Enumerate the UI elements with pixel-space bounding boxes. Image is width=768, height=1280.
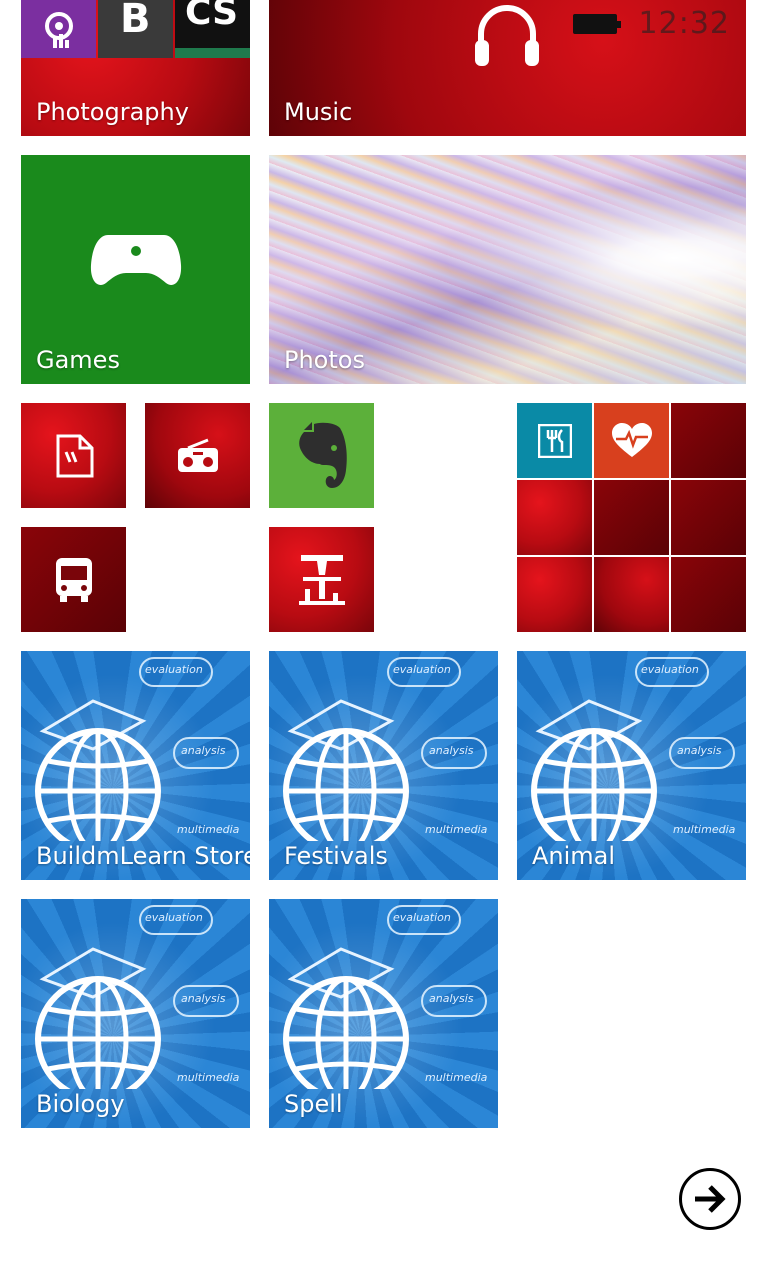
mini-tile-podcast xyxy=(21,0,96,58)
tile-label-games: Games xyxy=(36,346,120,374)
globe-icon xyxy=(35,699,161,841)
globe-icon xyxy=(35,947,161,1089)
tile-buildmlearn-store[interactable]: evaluation analysis multimedia BuildmLea… xyxy=(21,651,250,880)
mini-tile-group-7[interactable] xyxy=(517,557,592,632)
tile-spell[interactable]: evaluation analysis multimedia Spell xyxy=(269,899,498,1128)
tile-label-festivals: Festivals xyxy=(284,842,388,870)
tile-games[interactable]: Games xyxy=(21,155,250,384)
tile-tools[interactable] xyxy=(269,527,374,632)
mini-tile-group-8[interactable] xyxy=(594,557,669,632)
tile-label-spell: Spell xyxy=(284,1090,343,1118)
word-analysis: analysis xyxy=(677,744,722,757)
bus-icon xyxy=(55,557,92,602)
podcast-icon xyxy=(45,12,73,48)
tile-label-music: Music xyxy=(284,98,353,126)
globe-icon xyxy=(283,699,409,841)
word-multimedia: multimedia xyxy=(425,823,488,836)
tile-photos[interactable]: Photos xyxy=(269,155,746,384)
document-icon xyxy=(56,434,93,477)
b-letter: B xyxy=(120,0,151,42)
arrow-right-icon xyxy=(695,1185,726,1213)
word-analysis: analysis xyxy=(181,992,226,1005)
evernote-elephant-icon xyxy=(298,421,347,488)
cs-text: CS xyxy=(185,0,239,33)
mini-tile-group-4[interactable] xyxy=(517,480,592,555)
word-multimedia: multimedia xyxy=(673,823,736,836)
word-analysis: analysis xyxy=(429,744,474,757)
headphones-icon xyxy=(475,5,539,66)
status-bar: 12:32 xyxy=(572,6,730,41)
clock: 12:32 xyxy=(638,6,730,41)
tile-office-doc[interactable] xyxy=(21,403,126,508)
battery-icon xyxy=(572,13,621,34)
mini-tile-health[interactable] xyxy=(594,403,669,478)
word-multimedia: multimedia xyxy=(177,823,240,836)
tile-festivals[interactable]: evaluation analysis multimedia Festivals xyxy=(269,651,498,880)
word-analysis: analysis xyxy=(429,992,474,1005)
tile-biology[interactable]: evaluation analysis multimedia Biology xyxy=(21,899,250,1128)
all-apps-button[interactable] xyxy=(679,1168,741,1230)
mini-tile-cs: CS xyxy=(175,0,250,58)
tile-label-photos: Photos xyxy=(284,346,365,374)
globe-icon xyxy=(283,947,409,1089)
tile-radio[interactable] xyxy=(145,403,250,508)
game-controller-icon xyxy=(90,235,181,286)
mini-tile-group-6[interactable] xyxy=(671,480,746,555)
tile-bus[interactable] xyxy=(21,527,126,632)
mini-tile-group-5[interactable] xyxy=(594,480,669,555)
mini-tile-group-3[interactable] xyxy=(671,403,746,478)
tile-group[interactable] xyxy=(517,403,746,632)
tile-evernote[interactable] xyxy=(269,403,374,508)
fork-knife-icon xyxy=(537,423,572,458)
tile-label-photography: Photography xyxy=(36,98,189,126)
mini-tile-food[interactable] xyxy=(517,403,592,478)
globe-icon xyxy=(531,699,657,841)
word-multimedia: multimedia xyxy=(177,1071,240,1084)
tile-animal[interactable]: evaluation analysis multimedia Animal xyxy=(517,651,746,880)
tile-photography[interactable]: B CS Photography xyxy=(21,0,250,136)
tile-label-biology: Biology xyxy=(36,1090,125,1118)
tile-label-buildmlearn-store: BuildmLearn Store xyxy=(36,842,250,870)
mini-tile-group-9[interactable] xyxy=(671,557,746,632)
tool-stand-icon xyxy=(298,554,345,605)
heart-rate-icon xyxy=(611,422,652,457)
tile-label-animal: Animal xyxy=(532,842,616,870)
word-analysis: analysis xyxy=(181,744,226,757)
radio-icon xyxy=(177,438,218,472)
mini-tile-b: B xyxy=(98,0,173,58)
word-multimedia: multimedia xyxy=(425,1071,488,1084)
